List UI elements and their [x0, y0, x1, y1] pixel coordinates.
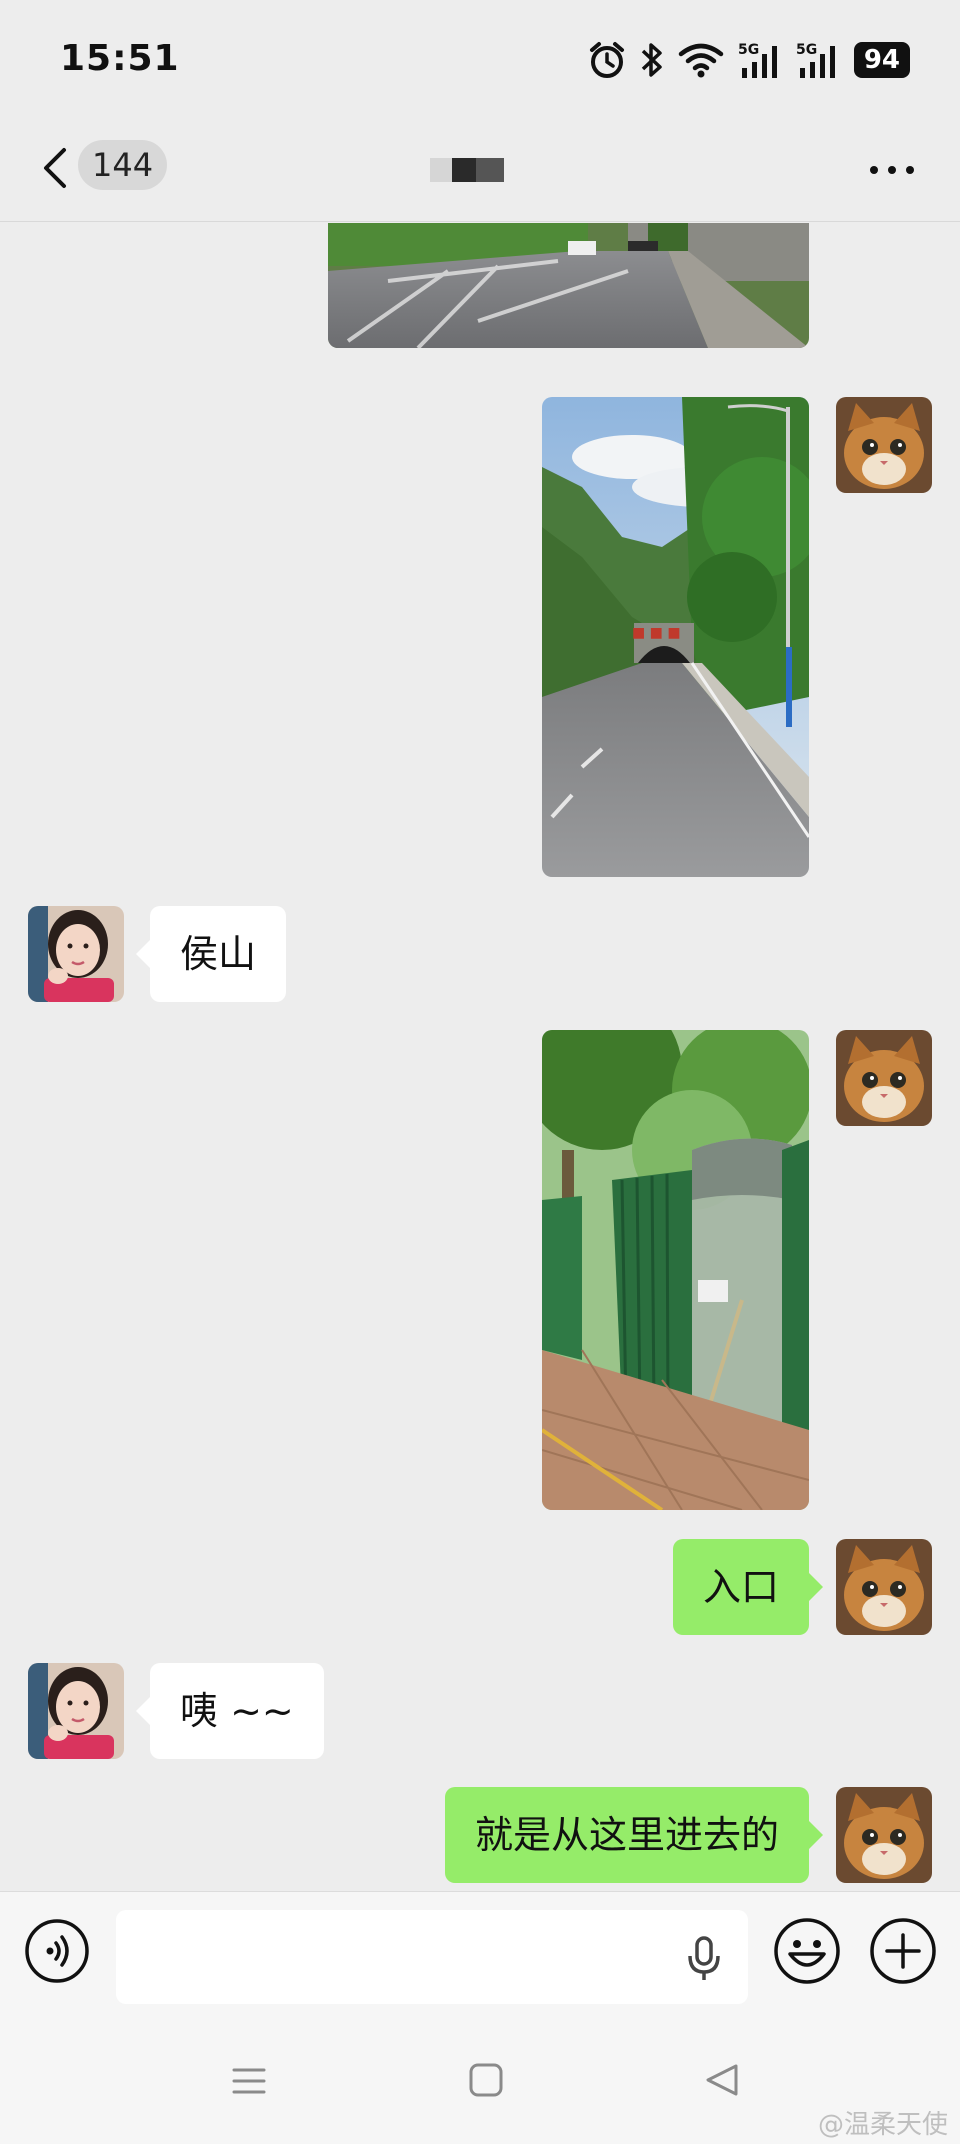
- more-functions-button[interactable]: [868, 1916, 938, 1986]
- my-avatar[interactable]: [836, 1787, 932, 1883]
- home-icon[interactable]: [468, 2062, 504, 2098]
- message-bubble-incoming[interactable]: 侯山: [135, 906, 287, 1002]
- menu-icon[interactable]: [232, 2064, 266, 2098]
- my-avatar[interactable]: [836, 397, 932, 493]
- back-arrow-icon[interactable]: [36, 144, 76, 192]
- friend-avatar[interactable]: [28, 1663, 124, 1759]
- network-label-1: 5G: [738, 42, 759, 58]
- message-bubble-outgoing[interactable]: 入口: [672, 1539, 824, 1635]
- system-nav-bar: @温柔天使: [0, 2014, 960, 2144]
- watermark: @温柔天使: [817, 2110, 948, 2140]
- message-image-road[interactable]: [328, 223, 809, 348]
- svg-text:■ ■ ■: ■ ■ ■: [632, 625, 681, 641]
- message-bubble-incoming[interactable]: 咦 ~~: [136, 1663, 324, 1759]
- status-icons: 5G 5G 94: [588, 38, 910, 82]
- friend-avatar[interactable]: [28, 906, 124, 1002]
- message-image-tunnel[interactable]: ■ ■ ■: [542, 397, 809, 877]
- battery-indicator: 94: [853, 42, 910, 78]
- voice-mode-button[interactable]: [24, 1918, 90, 1984]
- status-time: 15:51: [60, 38, 180, 79]
- back-triangle-icon[interactable]: [704, 2062, 740, 2098]
- microphone-icon[interactable]: [686, 1936, 722, 1982]
- input-bar: [0, 1891, 960, 2014]
- alarm-icon: [589, 42, 624, 78]
- more-options-icon[interactable]: [862, 150, 922, 190]
- my-avatar[interactable]: [836, 1539, 932, 1635]
- emoji-button[interactable]: [772, 1916, 842, 1986]
- chat-header: 144: [0, 120, 960, 222]
- chat-title-obscured: [430, 158, 504, 182]
- bluetooth-icon: [641, 43, 662, 77]
- wifi-icon: [678, 43, 724, 78]
- message-list[interactable]: ■ ■ ■ 侯山 入口 咦 ~~ 就是从这里进去的: [0, 223, 960, 1891]
- message-image-fence[interactable]: [542, 1030, 809, 1510]
- signal-5g-icon-2: 5G: [796, 42, 835, 78]
- message-input[interactable]: [116, 1910, 748, 2004]
- message-bubble-outgoing[interactable]: 就是从这里进去的: [444, 1787, 824, 1883]
- my-avatar[interactable]: [836, 1030, 932, 1126]
- unread-count-badge[interactable]: 144: [78, 140, 168, 190]
- chat-screen: 15:51 5G 5G 94 144 ■ ■ ■ 侯山 入口 咦 ~~ 就是从这…: [0, 0, 960, 2144]
- status-bar: 15:51 5G 5G 94: [0, 0, 960, 120]
- signal-5g-icon: 5G: [738, 42, 777, 78]
- network-label-2: 5G: [796, 42, 817, 58]
